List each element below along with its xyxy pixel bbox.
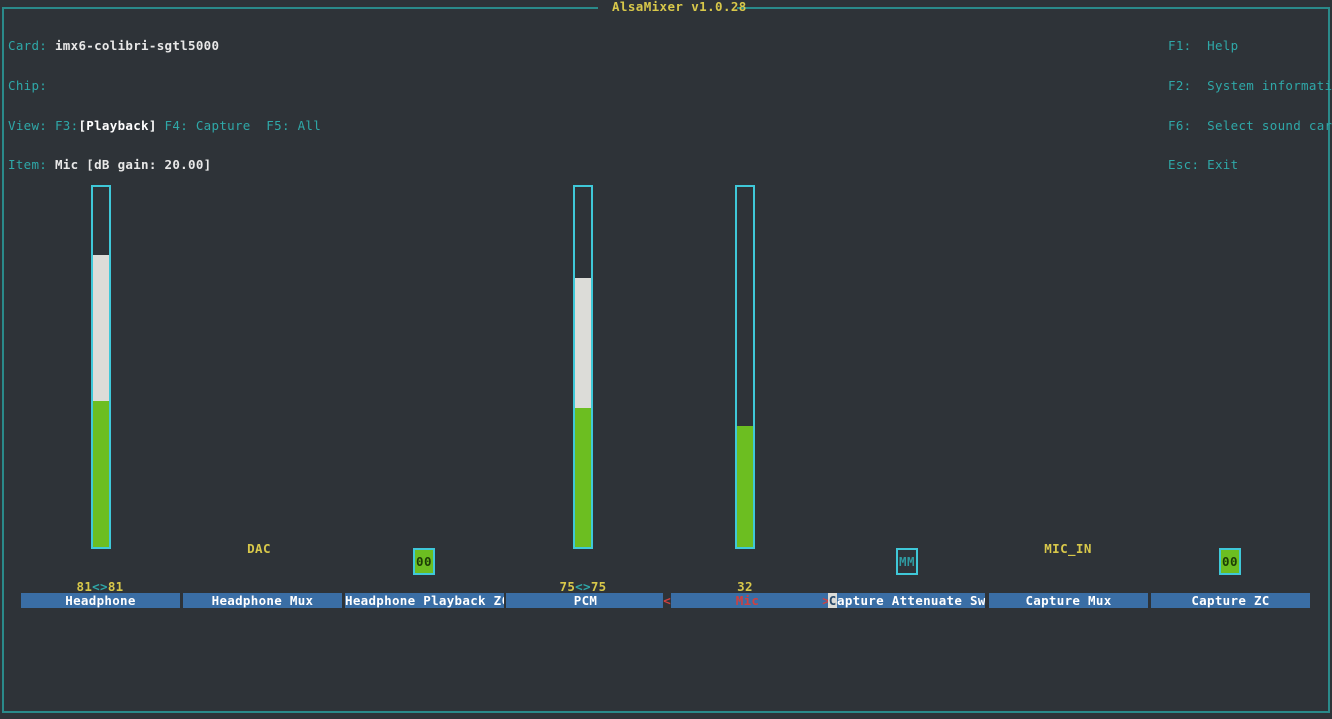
meter-green-segment	[575, 408, 591, 547]
help-text-f6: Select sound card	[1207, 117, 1332, 133]
readout-separator: <>	[92, 579, 108, 594]
control-label-capture-mux[interactable]: Capture Mux	[989, 593, 1148, 608]
readout-right-value: 81	[107, 579, 124, 594]
control-label-pcm[interactable]: PCM	[506, 593, 665, 608]
readout-left-value: 32	[737, 579, 753, 594]
help-text-f1: Help	[1207, 38, 1239, 54]
meter-green-segment	[737, 426, 753, 547]
help-key-f1: F1:	[1168, 38, 1192, 54]
header-view-row: View: F3:[Playback] F4: Capture F5: All	[8, 119, 321, 132]
header-card-row: Card: imx6-colibri-sgtl5000	[8, 39, 321, 52]
help-text-f2: System information	[1207, 78, 1332, 94]
view-f3-playback[interactable]: [Playback]	[78, 118, 156, 133]
header-view-label: View:	[8, 117, 48, 133]
readout-separator: <>	[575, 579, 591, 594]
readout-right-value: 75	[590, 579, 607, 594]
header-card-value: imx6-colibri-sgtl5000	[54, 38, 220, 54]
header-info: Card: imx6-colibri-sgtl5000 Chip: View: …	[8, 13, 321, 198]
switch-indicator-text: 00	[415, 554, 433, 569]
meter-grey-segment	[93, 255, 109, 401]
window-title: AlsaMixer v1.0.28	[612, 0, 747, 14]
volume-meter-headphone[interactable]	[91, 185, 111, 549]
window-border-top-left	[2, 7, 598, 9]
help-row-f2[interactable]: F2: System information	[1168, 79, 1332, 92]
readout-left-value: 81	[76, 579, 93, 594]
help-key-esc: Esc:	[1168, 157, 1200, 173]
help-key-list: F1: Help F2: System information F6: Sele…	[1168, 13, 1332, 198]
help-row-f1[interactable]: F1: Help	[1168, 39, 1332, 52]
window-border-top-right	[737, 7, 1330, 9]
header-chip-label: Chip:	[8, 78, 48, 94]
header-card-label: Card:	[8, 38, 48, 54]
header-item-row: Item: Mic [dB gain: 20.00]	[8, 158, 321, 171]
header-item-label: Item:	[8, 157, 48, 173]
selected-left-arrow-icon: <	[663, 593, 671, 608]
control-label-headphone-playback-zc[interactable]: Headphone Playback ZC	[345, 593, 504, 608]
help-row-f6[interactable]: F6: Select sound card	[1168, 119, 1332, 132]
view-f3-key[interactable]: F3:	[55, 118, 78, 133]
help-key-f6: F6:	[1168, 117, 1192, 133]
window-border-left	[2, 7, 4, 713]
view-f4-capture[interactable]: F4: Capture	[165, 118, 251, 133]
readout-pcm: 75<>75	[523, 580, 643, 594]
volume-meter-pcm[interactable]	[573, 185, 593, 549]
meter-grey-segment	[575, 278, 591, 408]
readout-headphone: 81<>81	[40, 580, 160, 594]
alsamixer-terminal-screen: AlsaMixer v1.0.28 Card: imx6-colibri-sgt…	[0, 0, 1332, 719]
help-key-f2: F2:	[1168, 78, 1192, 94]
channel-label-headphone-mux: DAC	[247, 541, 271, 556]
control-label-mic[interactable]: Mic	[671, 593, 824, 608]
view-f5-all[interactable]: F5: All	[266, 118, 321, 133]
control-label-capture-zc[interactable]: Capture ZC	[1151, 593, 1310, 608]
window-border-bottom	[2, 711, 1330, 713]
header-chip-row: Chip:	[8, 79, 321, 92]
switch-indicator-capture-zc[interactable]: 00	[1219, 548, 1241, 575]
cursor-block[interactable]: C	[828, 593, 837, 608]
switch-indicator-capture-attenuate-switch[interactable]: MM	[896, 548, 918, 575]
header-item-value: Mic [dB gain: 20.00]	[54, 157, 212, 173]
help-row-esc[interactable]: Esc: Exit	[1168, 158, 1332, 171]
readout-mic: 32	[685, 580, 805, 594]
switch-indicator-text: 00	[1221, 554, 1239, 569]
meter-green-segment	[93, 401, 109, 547]
control-label-headphone-mux[interactable]: Headphone Mux	[183, 593, 342, 608]
switch-indicator-headphone-playback-zc[interactable]: 00	[413, 548, 435, 575]
channel-label-capture-mux: MIC_IN	[1044, 541, 1092, 556]
switch-indicator-text: MM	[898, 554, 916, 569]
help-text-esc: Exit	[1207, 157, 1239, 173]
volume-meter-mic[interactable]	[735, 185, 755, 549]
readout-left-value: 75	[559, 579, 576, 594]
control-label-capture-attenuate-switch[interactable]: apture Attenuate Switch	[837, 593, 985, 608]
control-label-headphone[interactable]: Headphone	[21, 593, 180, 608]
